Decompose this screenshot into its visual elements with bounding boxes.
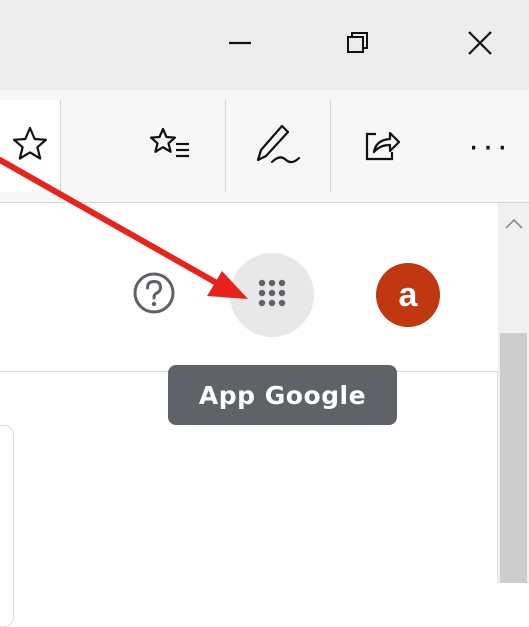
annotate-button[interactable] bbox=[226, 100, 330, 192]
share-button[interactable] bbox=[342, 100, 422, 192]
avatar: a bbox=[376, 263, 440, 327]
scroll-up-icon[interactable] bbox=[504, 217, 524, 235]
scroll-thumb[interactable] bbox=[500, 333, 527, 583]
apps-grid-icon bbox=[256, 277, 288, 314]
pen-icon bbox=[252, 120, 304, 173]
content-card bbox=[0, 425, 14, 627]
restore-icon bbox=[345, 30, 371, 61]
more-button[interactable]: ··· bbox=[450, 100, 529, 192]
star-icon bbox=[10, 124, 50, 169]
toolbar-separator bbox=[330, 100, 331, 192]
help-icon bbox=[132, 271, 176, 320]
vertical-scrollbar[interactable] bbox=[497, 203, 529, 583]
help-button[interactable] bbox=[128, 269, 180, 321]
restore-button[interactable] bbox=[323, 0, 393, 90]
minimize-button[interactable] bbox=[205, 0, 275, 90]
apps-tooltip: App Google bbox=[168, 365, 397, 425]
favorites-list-icon bbox=[148, 124, 192, 169]
title-bar bbox=[0, 0, 529, 90]
close-button[interactable] bbox=[445, 0, 515, 90]
account-avatar-button[interactable]: a bbox=[366, 263, 450, 327]
close-icon bbox=[466, 29, 494, 62]
more-icon: ··· bbox=[468, 126, 511, 165]
google-apps-button[interactable] bbox=[230, 253, 314, 337]
favorites-hub-button[interactable] bbox=[130, 100, 210, 192]
share-icon bbox=[362, 124, 402, 169]
favorite-button[interactable] bbox=[0, 100, 61, 192]
minimize-icon bbox=[227, 30, 253, 61]
browser-toolbar: ··· bbox=[0, 90, 529, 203]
google-header: a bbox=[0, 203, 498, 372]
